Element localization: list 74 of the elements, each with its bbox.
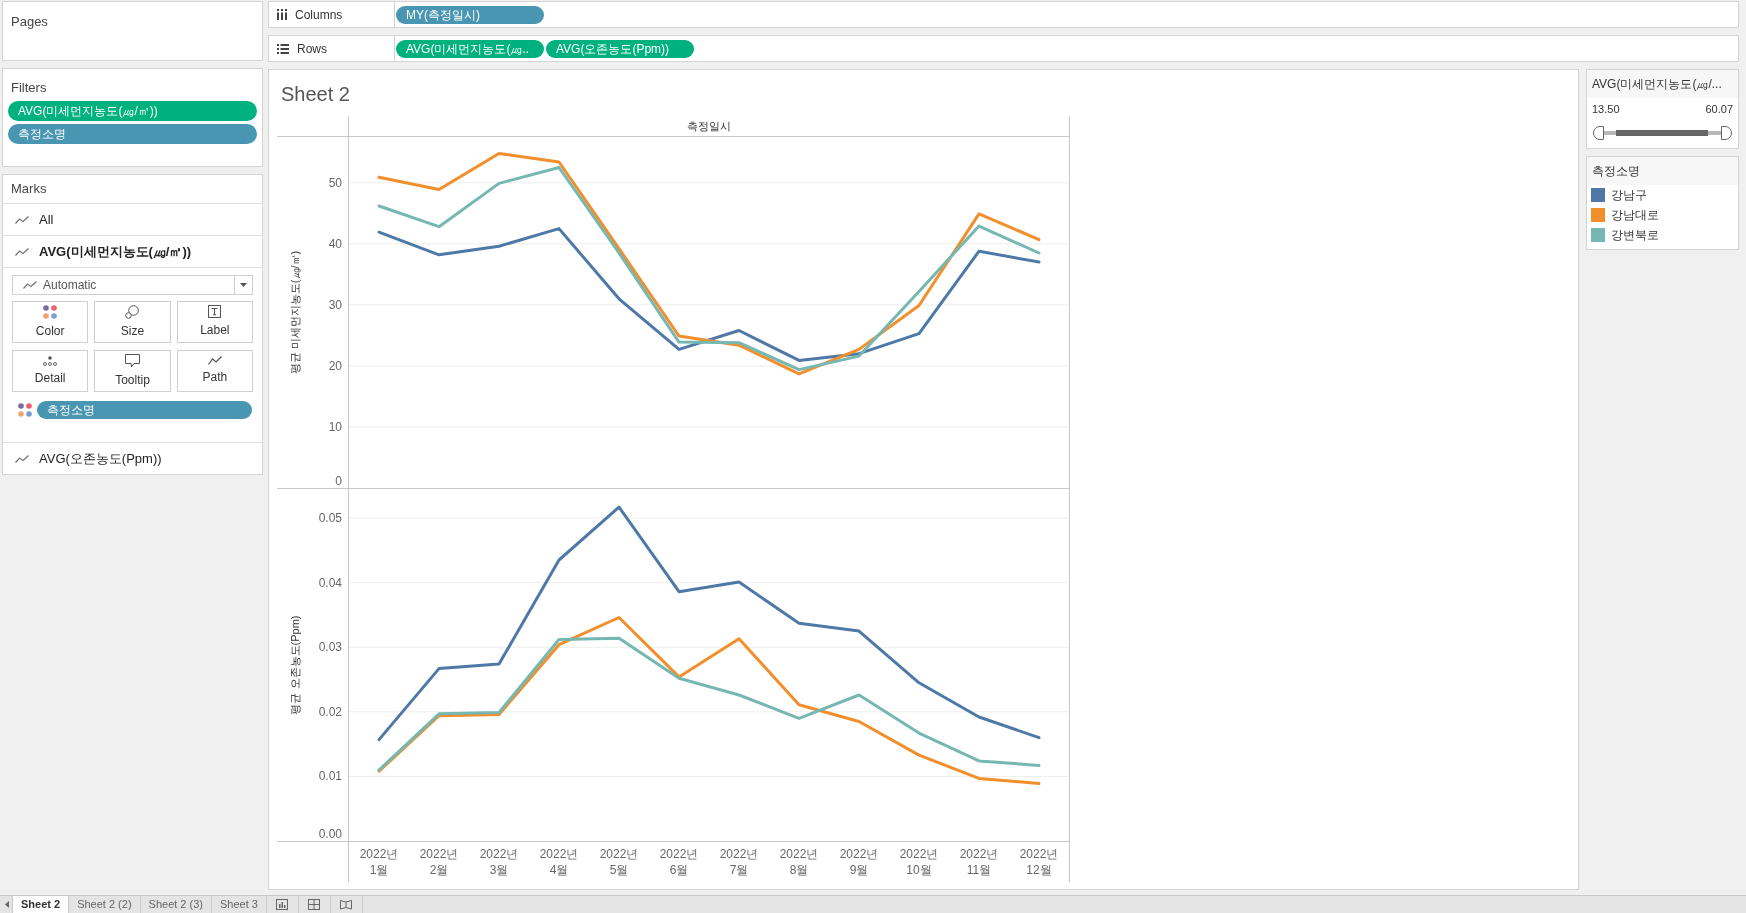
columns-icon xyxy=(277,9,287,20)
caret-icon xyxy=(240,283,247,287)
marks-card-tab[interactable]: AVG(오존농도(Ppm)) xyxy=(3,443,262,474)
y-tick-label: 0.03 xyxy=(318,640,342,655)
mark-property-button[interactable]: Tooltip xyxy=(94,350,171,392)
line-mark-icon xyxy=(15,215,29,224)
x-tick-label: 2022년 9월 xyxy=(839,846,879,879)
y-tick-label: 50 xyxy=(328,175,342,190)
line-mark-icon xyxy=(15,247,29,256)
mark-property-button[interactable]: Label xyxy=(176,301,253,343)
sheet-tab[interactable]: Sheet 2 (3) xyxy=(139,896,212,913)
legend-label: 강변북로 xyxy=(1611,226,1659,244)
legend-title: 측정소명 xyxy=(1592,162,1640,180)
slider-handle[interactable] xyxy=(1721,125,1732,140)
y-tick-label: 0.00 xyxy=(318,827,342,841)
color-encoding-icon xyxy=(18,403,32,417)
marks-card-tab[interactable]: AVG(미세먼지농도(㎍/㎥)) xyxy=(3,236,262,267)
legend-label: 강남대로 xyxy=(1611,206,1659,224)
legend-label: 강남구 xyxy=(1611,186,1647,204)
filter-card-title: AVG(미세먼지농도(㎍/... xyxy=(1592,76,1722,93)
x-tick-label: 2022년 7월 xyxy=(719,846,759,879)
mark-property-button[interactable]: Path xyxy=(176,350,253,392)
shelf-label: Columns xyxy=(295,6,343,24)
y-tick-label: 0.05 xyxy=(318,511,342,526)
column-header: 측정일시 xyxy=(687,118,731,134)
card-title: Filters xyxy=(11,80,47,95)
mark-property-button[interactable]: Size xyxy=(94,301,171,343)
grid-icon[interactable] xyxy=(308,899,321,910)
mark-type-dropdown[interactable]: Automatic xyxy=(12,275,253,295)
y-tick-label: 0 xyxy=(335,474,342,488)
card-title: Marks xyxy=(11,180,47,199)
x-tick-label: 2022년 1월 xyxy=(359,846,399,879)
x-tick-label: 2022년 3월 xyxy=(479,846,519,879)
mark-property-button[interactable]: Detail xyxy=(12,350,89,392)
y-tick-label: 10 xyxy=(328,419,342,434)
marks-card-tab[interactable]: All xyxy=(3,204,262,235)
text-box-icon xyxy=(208,305,222,318)
line-mark-icon xyxy=(23,281,37,289)
sheet-title: Sheet 2 xyxy=(281,82,350,107)
scroll-left-icon[interactable] xyxy=(4,901,9,908)
line-mark-icon xyxy=(15,454,29,463)
x-tick-label: 2022년 4월 xyxy=(539,846,579,879)
x-tick-label: 2022년 10월 xyxy=(899,846,939,879)
line-icon xyxy=(207,356,222,365)
rows-icon xyxy=(277,43,289,54)
mark-property-button[interactable]: Color xyxy=(12,301,89,343)
y-axis-title: 평균 오존농도(Ppm) xyxy=(289,615,301,715)
sheet-tab[interactable]: Sheet 2 xyxy=(12,896,70,913)
book-icon[interactable] xyxy=(340,899,353,910)
bar-chart-icon[interactable] xyxy=(276,899,289,910)
y-tick-label: 40 xyxy=(328,236,342,251)
range-min-label: 13.50 xyxy=(1592,102,1620,117)
x-tick-label: 2022년 5월 xyxy=(599,846,639,879)
x-tick-label: 2022년 12월 xyxy=(1019,846,1059,879)
y-tick-label: 0.02 xyxy=(318,704,342,719)
card-title: Pages xyxy=(11,14,48,29)
dots-icon xyxy=(43,355,58,366)
y-tick-label: 30 xyxy=(328,297,342,312)
circles-icon xyxy=(125,304,140,319)
shelf-label: Rows xyxy=(297,40,327,58)
range-max-label: 60.07 xyxy=(1705,102,1733,117)
speech-bubble-icon xyxy=(125,353,140,368)
x-tick-label: 2022년 2월 xyxy=(419,846,459,879)
x-tick-label: 2022년 6월 xyxy=(659,846,699,879)
y-tick-label: 0.01 xyxy=(318,769,342,784)
y-tick-label: 20 xyxy=(328,358,342,373)
slider-handle[interactable] xyxy=(1593,125,1604,140)
color-dots-icon xyxy=(43,304,58,319)
x-tick-label: 2022년 11월 xyxy=(959,846,999,879)
y-tick-label: 0.04 xyxy=(318,575,342,590)
x-tick-label: 2022년 8월 xyxy=(779,846,819,879)
y-axis-title: 평균 미세먼지농도(㎍/㎥) xyxy=(289,250,301,375)
sheet-tab[interactable]: Sheet 3 xyxy=(211,896,267,913)
sheet-tab[interactable]: Sheet 2 (2) xyxy=(68,896,141,913)
